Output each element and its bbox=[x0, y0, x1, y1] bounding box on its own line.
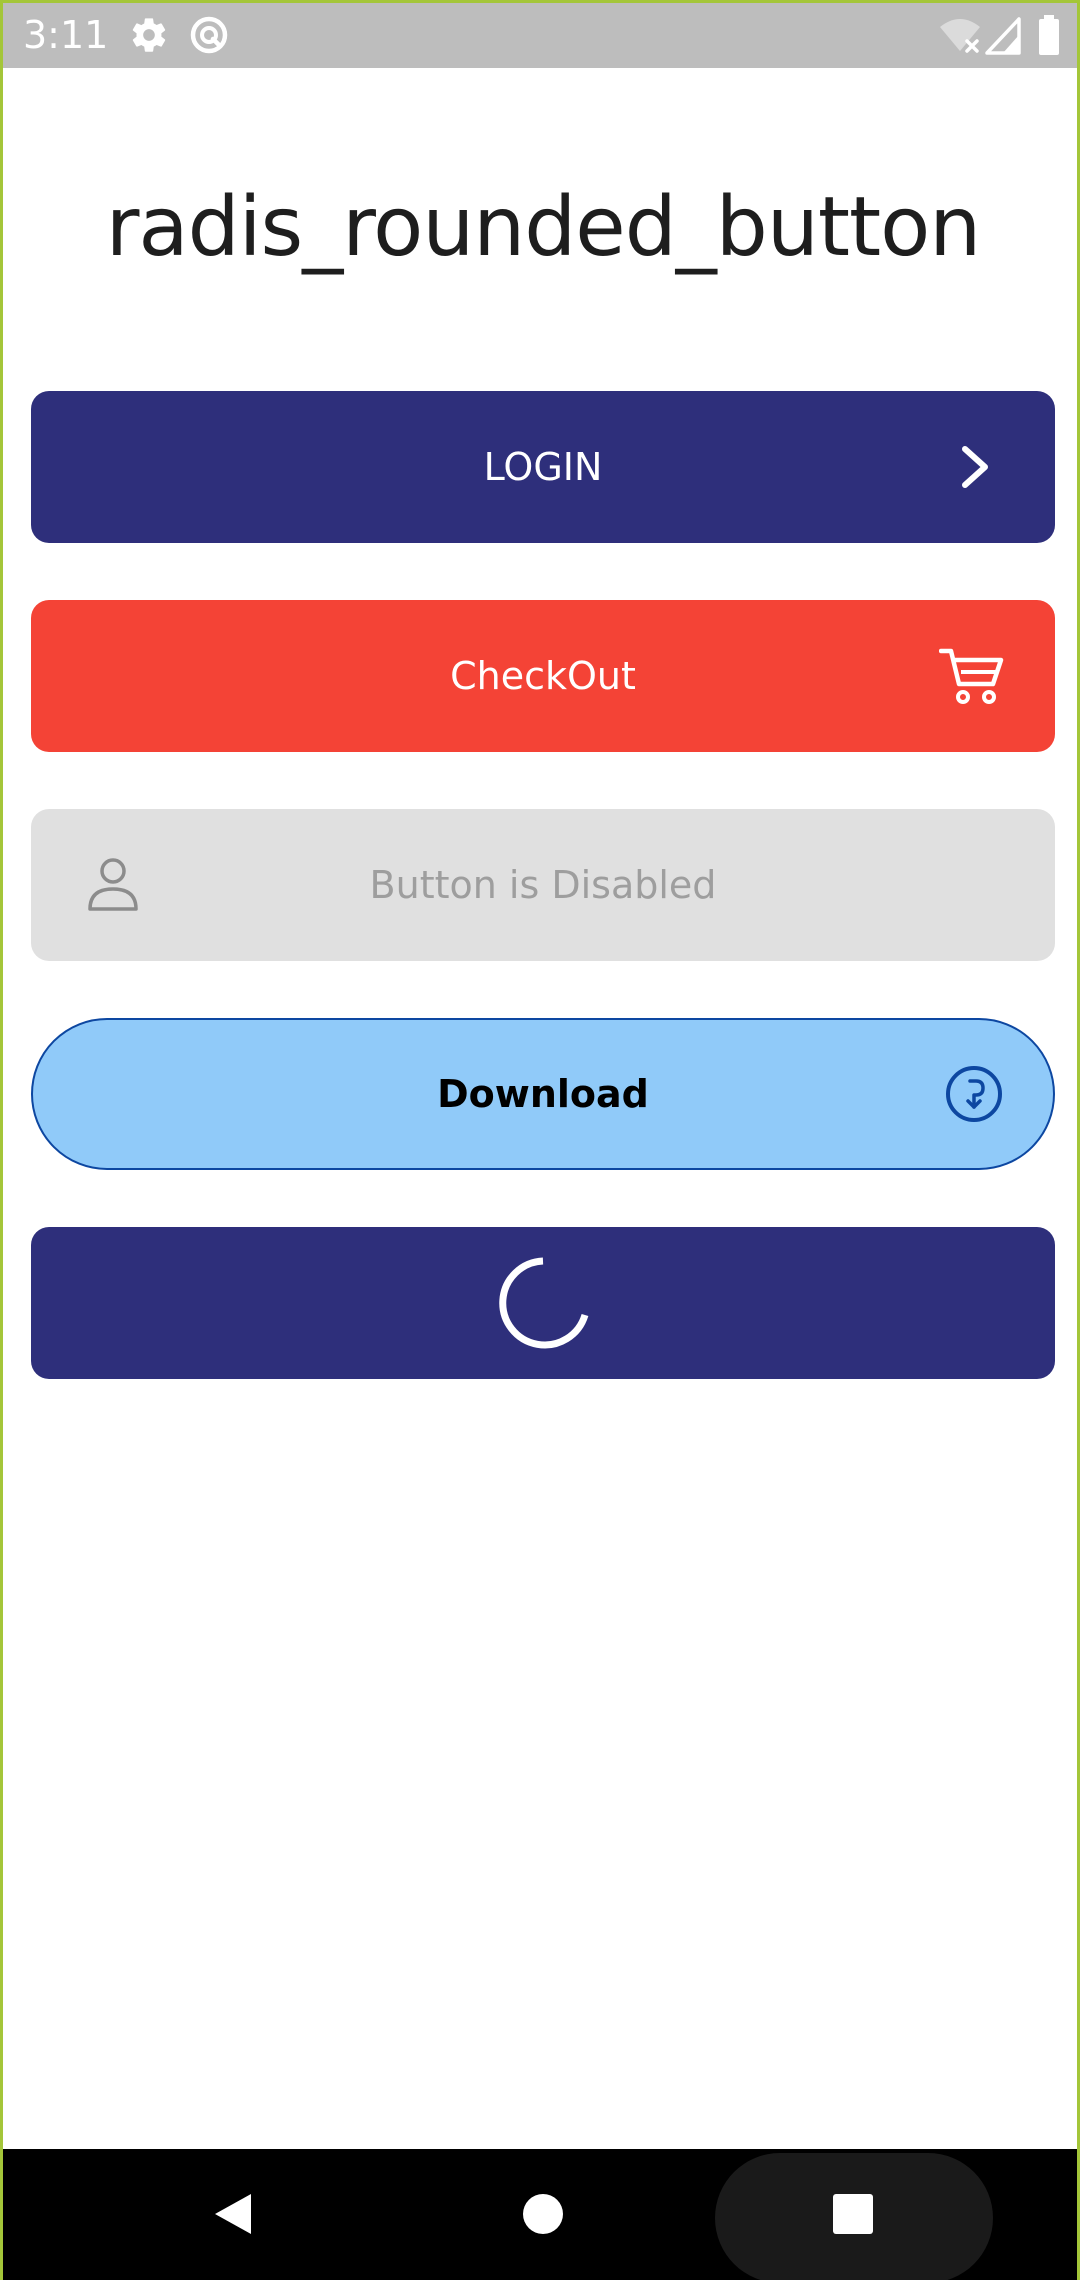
wifi-off-icon bbox=[939, 15, 981, 55]
download-circle-icon bbox=[945, 1065, 1003, 1123]
login-button-label: LOGIN bbox=[483, 445, 603, 489]
checkout-button-label: CheckOut bbox=[450, 654, 636, 698]
recents-icon bbox=[831, 2192, 875, 2240]
download-button-label: Download bbox=[437, 1072, 649, 1116]
status-bar: 3:11 bbox=[3, 3, 1077, 68]
status-time: 3:11 bbox=[23, 13, 109, 57]
person-icon bbox=[86, 857, 140, 913]
disabled-button: Button is Disabled bbox=[31, 809, 1055, 961]
cell-signal-icon bbox=[985, 15, 1021, 55]
home-icon bbox=[521, 2192, 565, 2240]
disabled-button-label: Button is Disabled bbox=[369, 863, 717, 907]
navigation-bar bbox=[3, 2149, 1077, 2280]
recents-button[interactable] bbox=[813, 2149, 893, 2280]
do-not-disturb-icon bbox=[189, 15, 229, 55]
loading-spinner-icon bbox=[493, 1253, 593, 1353]
chevron-right-icon bbox=[957, 445, 993, 489]
battery-icon bbox=[1038, 15, 1060, 55]
download-button[interactable]: Download bbox=[31, 1018, 1055, 1170]
home-button[interactable] bbox=[503, 2149, 583, 2280]
page-title: radis_rounded_button bbox=[105, 180, 982, 275]
settings-gear-icon bbox=[129, 15, 169, 55]
loading-button[interactable] bbox=[31, 1227, 1055, 1379]
checkout-button[interactable]: CheckOut bbox=[31, 600, 1055, 752]
shopping-cart-icon bbox=[939, 646, 1005, 706]
app-screen: 3:11 radis_rounded_button LOGIN CheckOut… bbox=[0, 0, 1080, 2280]
back-button[interactable] bbox=[193, 2149, 273, 2280]
login-button[interactable]: LOGIN bbox=[31, 391, 1055, 543]
back-icon bbox=[211, 2190, 255, 2242]
